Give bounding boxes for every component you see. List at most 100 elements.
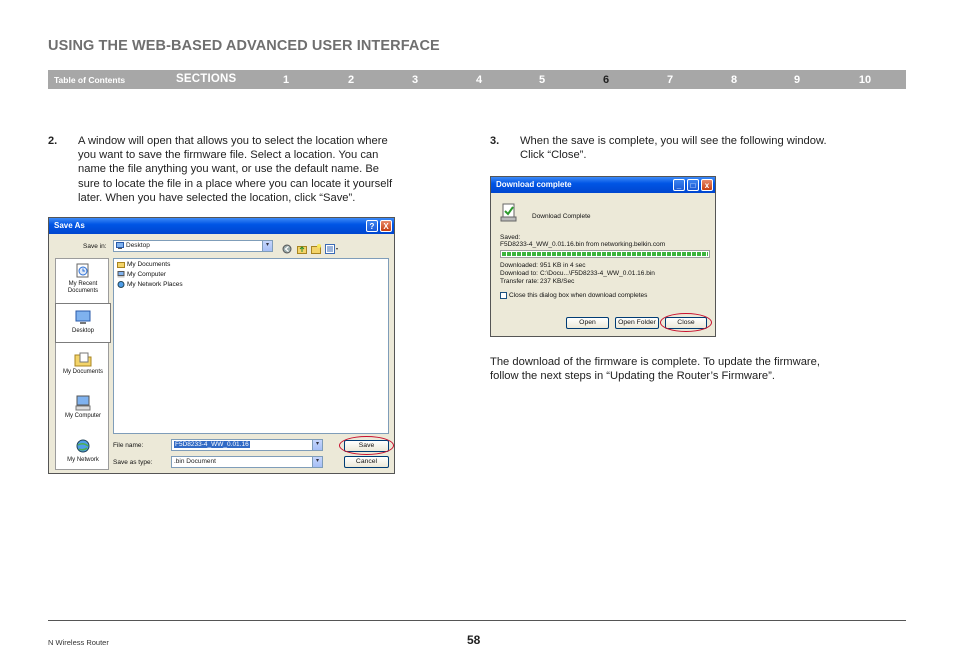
chevron-down-icon[interactable]: ▾ <box>262 241 272 251</box>
recent-documents-icon <box>74 263 92 279</box>
step-3-number: 3. <box>490 135 500 147</box>
file-name-value: F5D8233-4_WW_0.01.16 <box>174 441 250 448</box>
list-item[interactable]: My Documents <box>117 261 170 268</box>
download-progress-fill <box>502 252 708 256</box>
save-as-type-label: Save as type: <box>113 459 153 466</box>
save-in-combo[interactable]: Desktop ▾ <box>113 240 273 252</box>
close-button[interactable]: X <box>380 220 392 232</box>
up-folder-icon[interactable] <box>297 241 307 259</box>
transfer-rate-value: 237 KB/Sec <box>540 278 575 285</box>
close-when-done-label: Close this dialog box when download comp… <box>509 292 648 299</box>
my-computer-icon <box>74 395 92 411</box>
close-when-done-checkbox[interactable] <box>500 292 507 299</box>
step-3-line: Click “Close”. <box>520 149 587 162</box>
step-2-text: A window will open that allows you to se… <box>78 134 458 205</box>
place-label: My Computer <box>64 413 101 419</box>
nav-section-9[interactable]: 9 <box>785 74 809 86</box>
place-label: My Documents <box>62 369 103 375</box>
desktop-icon <box>116 242 124 249</box>
place-label: Desktop <box>71 328 94 334</box>
place-my-recent-documents[interactable]: My Recent Documents <box>55 263 111 295</box>
places-bar: My Recent Documents Desktop My Documents… <box>55 258 111 470</box>
place-my-documents[interactable]: My Documents <box>55 351 111 376</box>
nav-section-8[interactable]: 8 <box>722 74 746 86</box>
nav-section-6-active[interactable]: 6 <box>594 74 618 86</box>
step-2-line: you want to save the firmware file. Sele… <box>78 149 379 162</box>
open-button[interactable]: Open <box>566 317 609 329</box>
save-as-titlebar: Save As ? X <box>49 218 394 234</box>
saved-label: Saved: <box>500 234 521 241</box>
nav-section-4[interactable]: 4 <box>467 74 491 86</box>
downloaded-label: Downloaded: <box>500 262 538 269</box>
step-2-line: A window will open that allows you to se… <box>78 135 388 147</box>
footer-product-name: N Wireless Router <box>48 638 109 647</box>
folder-icon <box>117 261 125 268</box>
close-icon[interactable]: x <box>701 179 713 191</box>
nav-section-1[interactable]: 1 <box>274 74 298 86</box>
download-titlebar: Download complete _ □ x <box>491 177 715 193</box>
network-icon <box>117 281 125 288</box>
download-complete-dialog: Download complete _ □ x Download Complet… <box>490 176 716 337</box>
save-as-type-select[interactable]: .bin Document ▾ <box>171 456 323 468</box>
help-button[interactable]: ? <box>366 220 378 232</box>
download-heading: Download Complete <box>532 213 591 220</box>
back-icon[interactable] <box>282 241 292 259</box>
save-button-highlight-oval <box>339 436 394 455</box>
maximize-icon[interactable]: □ <box>687 179 699 191</box>
page-number: 58 <box>467 633 481 647</box>
downloaded-value: 951 KB in 4 sec <box>540 262 586 269</box>
step-3-text: When the save is complete, you will see … <box>520 134 900 162</box>
list-item-label: My Network Places <box>127 281 183 289</box>
views-menu-icon[interactable] <box>325 241 339 259</box>
nav-table-of-contents-link[interactable]: Table of Contents <box>54 75 125 85</box>
nav-sections-label: SECTIONS <box>176 73 237 85</box>
download-to-value: C:\Docu...\F5D8233-4_WW_0.01.16.bin <box>540 270 655 277</box>
nav-section-5[interactable]: 5 <box>530 74 554 86</box>
place-label: My Recent Documents <box>67 281 99 294</box>
place-desktop[interactable]: Desktop <box>55 303 111 343</box>
computer-icon <box>117 271 125 278</box>
open-folder-button[interactable]: Open Folder <box>615 317 659 329</box>
step-2-line: name the file anything you want, or use … <box>78 163 380 176</box>
section-nav-bar: Table of Contents SECTIONS 1 2 3 4 5 6 7… <box>48 70 906 89</box>
download-title: Download complete <box>496 180 572 189</box>
close-button-highlight-oval <box>660 313 712 332</box>
my-documents-icon <box>74 351 92 367</box>
download-progress-bar <box>500 250 710 258</box>
closing-line: The download of the firmware is complete… <box>490 356 820 368</box>
file-name-input[interactable]: F5D8233-4_WW_0.01.16 ▾ <box>171 439 323 451</box>
list-item-label: My Documents <box>127 261 171 269</box>
closing-line: follow the next steps in “Updating the R… <box>490 370 775 383</box>
list-item[interactable]: My Computer <box>117 271 166 278</box>
nav-section-10[interactable]: 10 <box>853 74 877 86</box>
step-2-line: later. When you have selected the locati… <box>78 191 356 204</box>
save-as-dialog: Save As ? X Save in: Desktop ▾ My Recent… <box>48 217 395 474</box>
list-item-label: My Computer <box>127 271 167 279</box>
new-folder-icon[interactable] <box>311 241 321 259</box>
minimize-icon[interactable]: _ <box>673 179 685 191</box>
cancel-button[interactable]: Cancel <box>344 456 389 468</box>
download-complete-icon <box>500 202 518 227</box>
saved-value: F5D8233-4_WW_0.01.16.bin from networking… <box>500 241 666 248</box>
place-label: My Network <box>67 457 99 463</box>
step-2-number: 2. <box>48 135 58 147</box>
place-my-computer[interactable]: My Computer <box>55 395 111 420</box>
nav-section-7[interactable]: 7 <box>658 74 682 86</box>
place-my-network[interactable]: My Network <box>55 439 111 464</box>
chevron-down-icon[interactable]: ▾ <box>312 457 322 467</box>
nav-section-2[interactable]: 2 <box>339 74 363 86</box>
file-name-label: File name: <box>113 442 144 449</box>
file-list[interactable]: My Documents My Computer My Network Plac… <box>113 258 389 434</box>
closing-paragraph: The download of the firmware is complete… <box>490 355 900 383</box>
chevron-down-icon[interactable]: ▾ <box>312 440 322 450</box>
document-section-title: USING THE WEB-BASED ADVANCED USER INTERF… <box>48 38 440 54</box>
my-network-icon <box>74 439 92 455</box>
nav-section-3[interactable]: 3 <box>403 74 427 86</box>
desktop-icon <box>74 310 92 326</box>
save-in-value: Desktop <box>126 242 150 250</box>
step-2-line: sure to locate the file in a place where… <box>78 177 393 190</box>
save-in-label: Save in: <box>83 243 107 250</box>
footer-divider <box>48 620 906 621</box>
save-as-type-value: .bin Document <box>174 458 216 465</box>
list-item[interactable]: My Network Places <box>117 281 183 288</box>
